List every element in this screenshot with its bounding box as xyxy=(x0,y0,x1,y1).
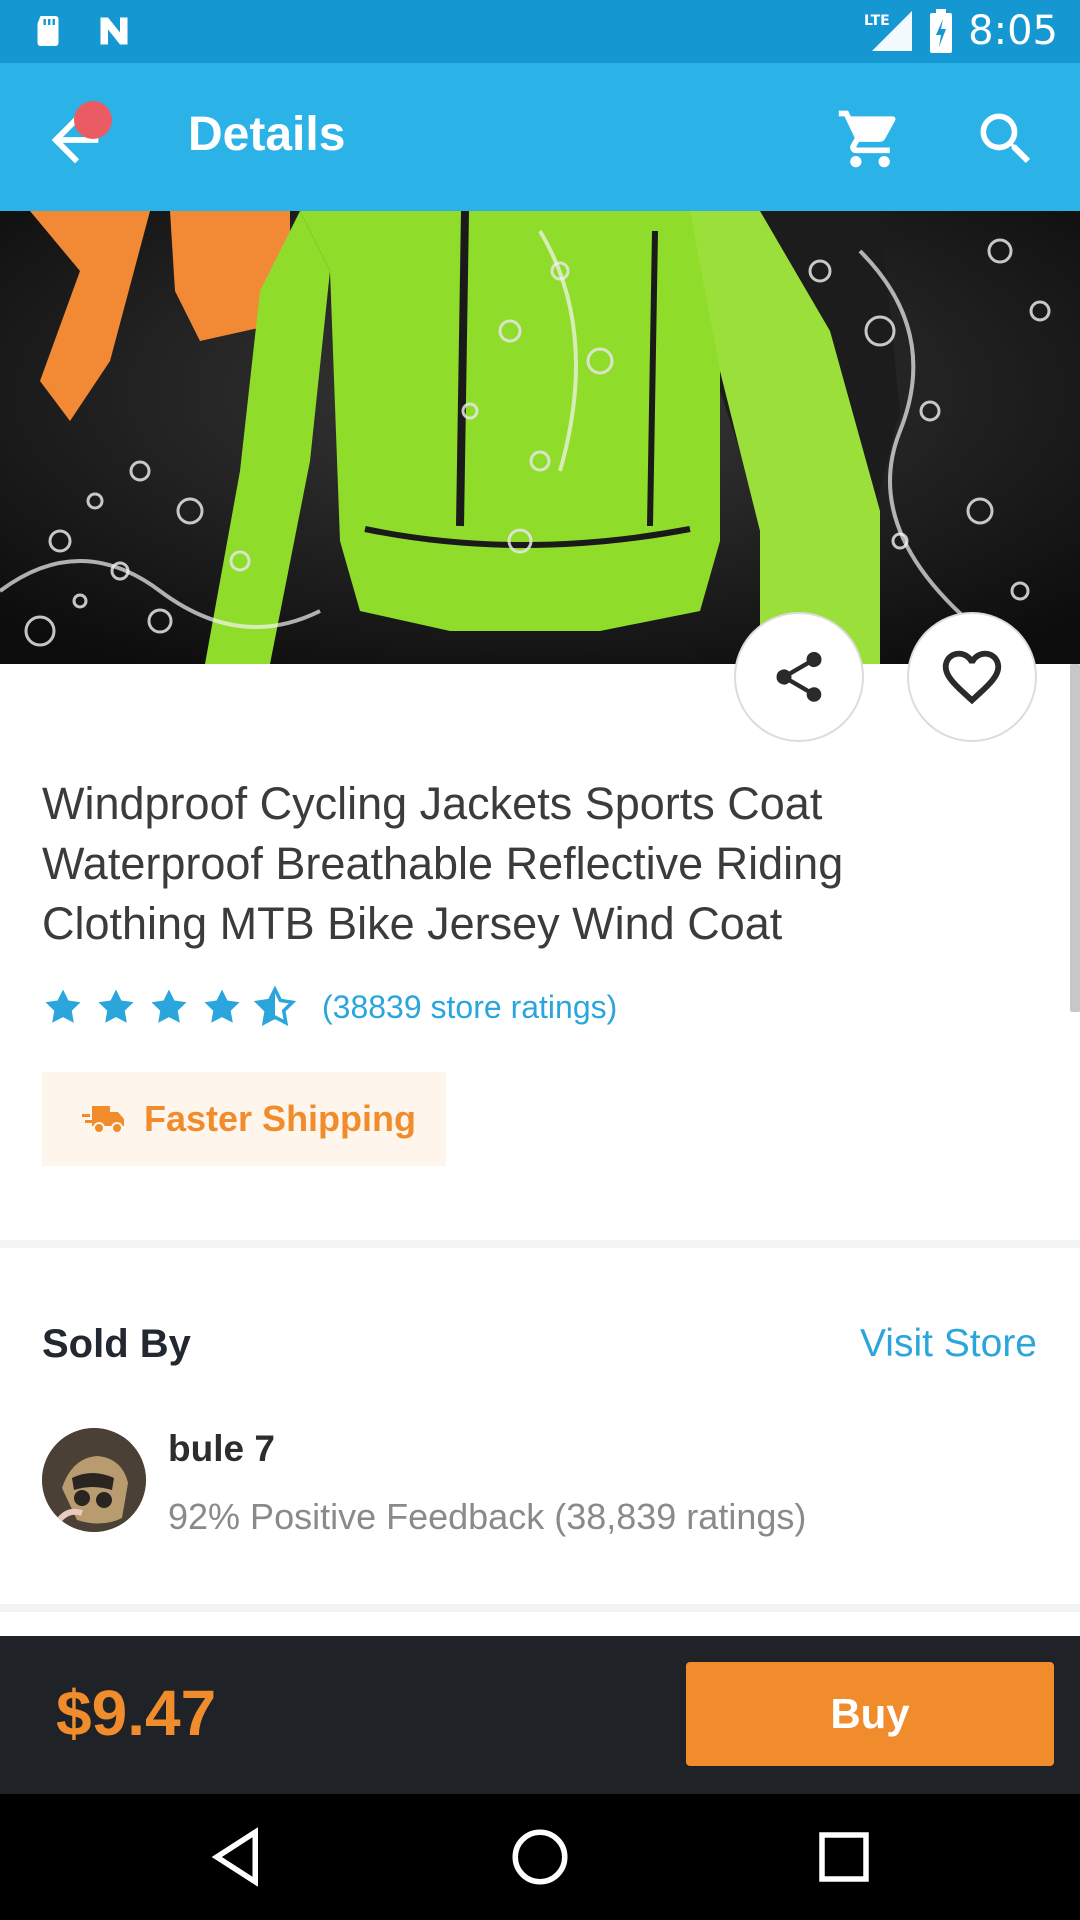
star-full-icon xyxy=(45,989,81,1023)
search-icon[interactable] xyxy=(972,105,1040,173)
nav-recents-icon[interactable] xyxy=(811,1824,877,1890)
status-time: 8:05 xyxy=(968,8,1058,54)
store-ratings-link[interactable]: (38839 store ratings) xyxy=(322,989,617,1026)
battery-charging-icon xyxy=(930,9,953,53)
star-full-icon xyxy=(204,989,240,1023)
app-bar: Details xyxy=(0,63,1080,211)
price: $9.47 xyxy=(56,1677,217,1749)
share-button[interactable] xyxy=(734,612,864,742)
product-image[interactable] xyxy=(0,211,1080,664)
buy-button[interactable]: Buy xyxy=(686,1662,1054,1766)
rating-stars xyxy=(42,986,296,1028)
star-half-icon xyxy=(254,986,296,1026)
visit-store-link[interactable]: Visit Store xyxy=(860,1322,1037,1366)
seller-name[interactable]: bule 7 xyxy=(168,1428,275,1470)
nav-back-icon[interactable] xyxy=(203,1824,269,1890)
section-divider xyxy=(0,1604,1080,1612)
sd-card-icon xyxy=(37,16,59,46)
share-icon xyxy=(776,651,822,702)
nav-home-icon[interactable] xyxy=(507,1824,573,1890)
svg-text:LTE: LTE xyxy=(864,13,890,29)
seller-avatar[interactable] xyxy=(42,1428,146,1532)
notification-dot xyxy=(74,101,112,139)
star-full-icon xyxy=(98,989,134,1023)
product-title: Windproof Cycling Jackets Sports Coat Wa… xyxy=(42,778,844,949)
system-nav-bar xyxy=(0,1794,1080,1920)
shipping-label: Faster Shipping xyxy=(144,1098,417,1139)
notification-n-icon xyxy=(100,17,128,45)
cart-icon[interactable] xyxy=(836,105,904,173)
rating-row[interactable]: (38839 store ratings) xyxy=(42,986,617,1028)
lte-signal-icon: LTE xyxy=(864,11,913,51)
section-divider xyxy=(0,1240,1080,1248)
buy-bar: $9.47 Buy xyxy=(0,1636,1080,1794)
seller-feedback: 92% Positive Feedback (38,839 ratings) xyxy=(168,1496,807,1537)
star-full-icon xyxy=(151,989,187,1023)
faster-shipping-badge: Faster Shipping xyxy=(42,1072,446,1166)
page-title: Details xyxy=(188,108,346,161)
heart-icon xyxy=(942,650,1002,705)
scrollbar-thumb[interactable] xyxy=(1070,664,1080,1012)
status-bar: LTE 8:05 xyxy=(0,0,1080,63)
favorite-button[interactable] xyxy=(907,612,1037,742)
truck-icon xyxy=(82,1106,124,1134)
sold-by-heading: Sold By xyxy=(42,1322,191,1366)
